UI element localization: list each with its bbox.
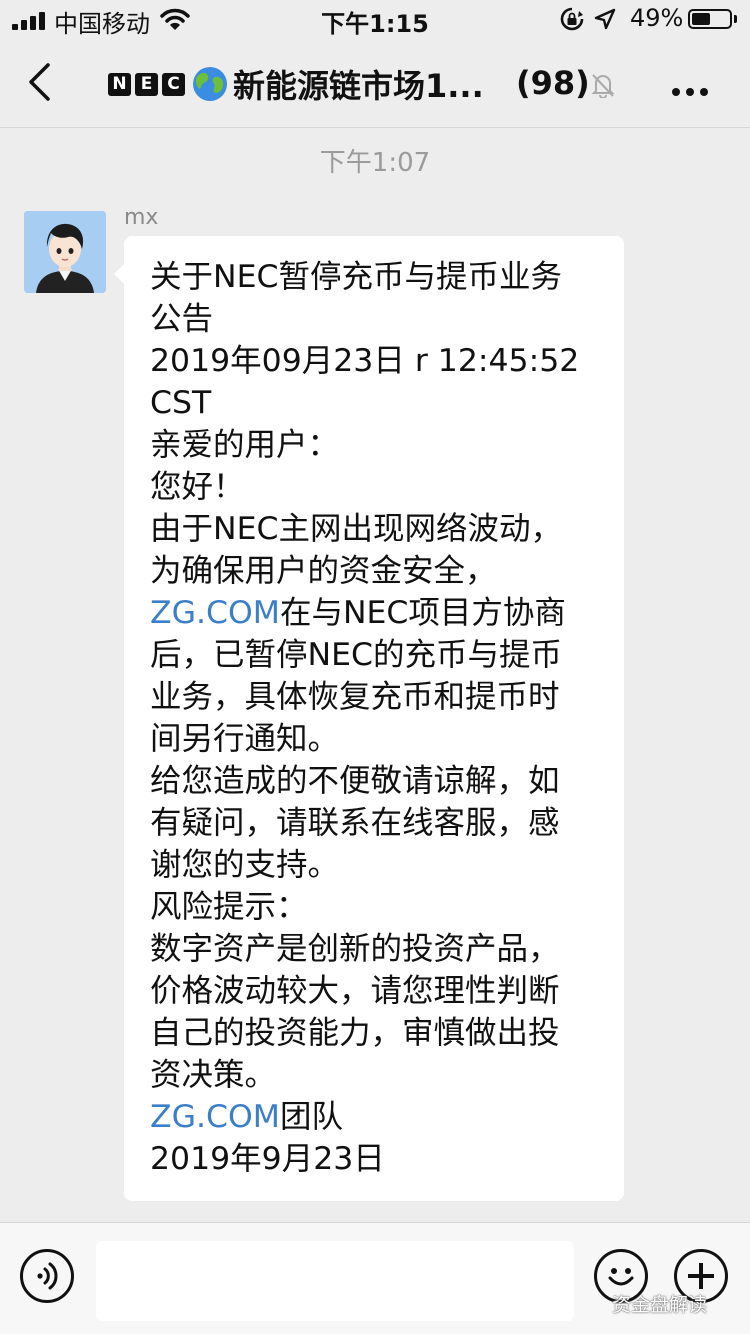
watermark: 资金盘解读: [612, 1294, 708, 1316]
avatar[interactable]: [24, 211, 106, 293]
message-input[interactable]: [96, 1241, 574, 1321]
message-line: 资决策。: [150, 1057, 277, 1093]
zg-link[interactable]: ZG.COM: [150, 595, 280, 631]
sender-name: mx: [124, 205, 159, 230]
message-time: 下午1:07: [319, 148, 431, 178]
message-line: 自己的投资能力，审慎做出投: [150, 1015, 560, 1051]
logo-letter-c: C: [162, 72, 185, 96]
globe-icon: [193, 67, 227, 101]
member-count: (98): [516, 64, 590, 102]
location-arrow-icon: [594, 8, 616, 30]
chat-title: 新能源链市场1...: [233, 67, 484, 105]
battery-percent: 49%: [630, 4, 684, 32]
battery-level: [692, 13, 710, 25]
avatar-image: [24, 211, 106, 293]
message-line: 后，已暂停NEC的充币与提币: [150, 637, 562, 673]
message-line: 风险提示：: [150, 889, 308, 925]
message-line: 关于NEC暂停充币与提币业务: [150, 259, 562, 295]
battery-icon: [688, 9, 732, 29]
logo-letter-e: E: [135, 72, 158, 96]
message-line: 有疑问，请联系在线客服，感: [150, 805, 560, 841]
message-line: ZG.COM团队: [150, 1099, 343, 1135]
message-line: CST: [150, 385, 212, 421]
message-line: 业务，具体恢复充币和提币时: [150, 679, 560, 715]
mute-bell-icon: [591, 74, 615, 98]
message-line: ZG.COM在与NEC项目方协商: [150, 595, 566, 631]
voice-icon[interactable]: [20, 1249, 74, 1303]
logo-letter-n: N: [108, 72, 131, 96]
message-bubble[interactable]: 关于NEC暂停充币与提币业务 公告 2019年09月23日 r 12:45:52…: [114, 236, 624, 1201]
message-line: 2019年09月23日 r 12:45:52: [150, 343, 580, 379]
message-line: 由于NEC主网出现网络波动，: [150, 511, 562, 547]
zg-link[interactable]: ZG.COM: [150, 1099, 280, 1135]
message-line: 给您造成的不便敬请谅解，如: [150, 763, 560, 799]
message-line: 谢您的支持。: [150, 847, 340, 883]
battery-tip: [734, 15, 737, 23]
message-line: 为确保用户的资金安全，: [150, 553, 497, 589]
message-line: 公告: [150, 301, 214, 337]
message-line: 价格波动较大，请您理性判断: [150, 973, 560, 1009]
chat-title-group[interactable]: N E C 新能源链市场1...: [108, 60, 484, 108]
message-line: 亲爱的用户：: [150, 427, 340, 463]
chat-header: N E C 新能源链市场1... (98): [0, 40, 750, 128]
input-bar: [0, 1222, 750, 1334]
message-line: 间另行通知。: [150, 721, 340, 757]
back-chevron-icon[interactable]: [26, 62, 52, 102]
more-icon[interactable]: [672, 81, 714, 100]
message-line: 您好！: [150, 469, 245, 505]
message-line: 数字资产是创新的投资产品，: [150, 931, 560, 967]
orientation-lock-icon: [560, 7, 584, 31]
voice-waves-icon: [37, 1262, 58, 1290]
message-line: 2019年9月23日: [150, 1141, 385, 1177]
status-bar: 中国移动 下午1:15 49%: [0, 0, 750, 40]
